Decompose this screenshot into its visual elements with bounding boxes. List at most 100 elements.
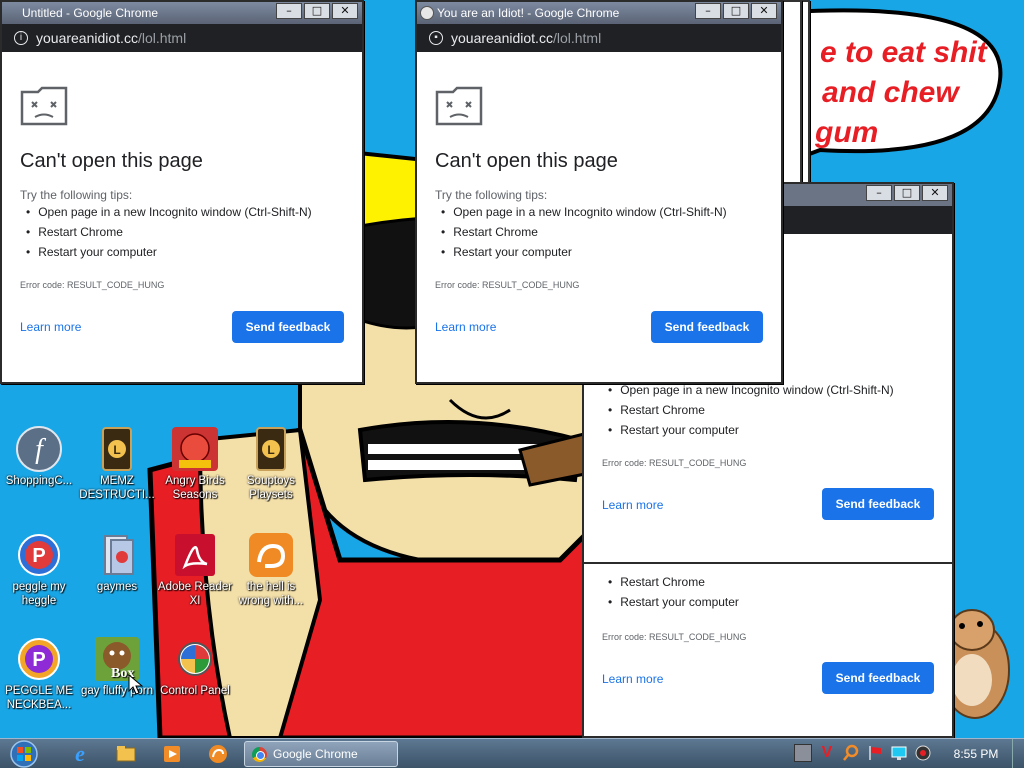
tray-app-icon[interactable] bbox=[794, 744, 812, 762]
send-feedback-button[interactable]: Send feedback bbox=[822, 488, 934, 520]
show-desktop-button[interactable] bbox=[1012, 739, 1024, 768]
svg-text:L: L bbox=[267, 443, 274, 457]
desktop-icon-label: peggle my heggle bbox=[12, 581, 66, 607]
adobe-reader-icon bbox=[171, 532, 219, 578]
address-bar[interactable]: ▪ youareanidiot.cc/lol.html bbox=[417, 24, 781, 52]
chrome-window-untitled[interactable]: Untitled - Google Chrome – □ ✕ i youarea… bbox=[0, 0, 364, 384]
taskbar-explorer-button[interactable] bbox=[108, 742, 144, 766]
desktop-icon-peggle-neckbeard[interactable]: P PEGGLE ME NECKBEA... bbox=[0, 636, 78, 712]
tip-item: Restart Chrome bbox=[608, 400, 894, 420]
tip-item: Open page in a new Incognito window (Ctr… bbox=[441, 202, 726, 222]
close-button[interactable]: ✕ bbox=[332, 3, 358, 19]
desktop-icon-label: Souptoys Playsets bbox=[247, 475, 295, 501]
lock-icon: ▪ bbox=[429, 31, 443, 45]
url-path: /lol.html bbox=[137, 30, 187, 46]
tip-item: Open page in a new Incognito window (Ctr… bbox=[26, 202, 311, 222]
tips-list: Open page in a new Incognito window (Ctr… bbox=[441, 202, 727, 262]
tips-list: Open page in a new Incognito window (Ctr… bbox=[26, 202, 312, 262]
desktop-icon-control-panel[interactable]: Control Panel bbox=[156, 636, 234, 698]
learn-more-link[interactable]: Learn more bbox=[602, 498, 663, 512]
minimize-button[interactable]: – bbox=[866, 185, 892, 201]
desktop-icon-label: ShoppingC... bbox=[5, 475, 73, 487]
tray-monitor-icon[interactable] bbox=[890, 744, 908, 762]
window-titlebar[interactable]: You are an Idiot! - Google Chrome – □ ✕ bbox=[417, 2, 781, 24]
control-panel-icon bbox=[171, 636, 219, 682]
taskbar-chrome-task[interactable]: Google Chrome bbox=[244, 741, 398, 767]
maximize-button[interactable]: □ bbox=[894, 185, 920, 201]
desktop-icon-adobe-reader[interactable]: Adobe Reader XI bbox=[156, 532, 234, 608]
desktop-icon-gaymes[interactable]: gaymes bbox=[78, 532, 156, 594]
taskbar-clock[interactable]: 8:55 PM bbox=[946, 739, 1006, 768]
desktop-icon-label: MEMZ DESTRUCTI... bbox=[79, 475, 155, 501]
window-controls: – □ ✕ bbox=[276, 3, 358, 19]
window-controls: – □ ✕ bbox=[866, 185, 948, 201]
minimize-button[interactable]: – bbox=[695, 3, 721, 19]
error-code: Error code: RESULT_CODE_HUNG bbox=[435, 280, 580, 290]
sad-tab-icon bbox=[435, 86, 483, 126]
tip-item: Restart your computer bbox=[26, 242, 312, 262]
folder-icon bbox=[116, 746, 136, 762]
send-feedback-button[interactable]: Send feedback bbox=[232, 311, 344, 343]
start-button[interactable] bbox=[4, 739, 44, 768]
desktop-icon-label: gaymes bbox=[96, 581, 138, 593]
close-button[interactable]: ✕ bbox=[751, 3, 777, 19]
tips-list: Open page in a new Incognito window (Ctr… bbox=[608, 380, 894, 440]
taskbar-ie-button[interactable]: e bbox=[62, 741, 98, 766]
souptoys-icon: L bbox=[247, 426, 295, 472]
tip-item: Restart Chrome bbox=[441, 222, 727, 242]
svg-text:P: P bbox=[32, 545, 45, 567]
tip-item: Restart Chrome bbox=[608, 572, 739, 592]
error-subtitle: Try the following tips: bbox=[435, 188, 548, 202]
taskbar-app-button[interactable] bbox=[200, 742, 236, 766]
desktop-icon-memz[interactable]: L MEMZ DESTRUCTI... bbox=[78, 426, 156, 502]
error-code: Error code: RESULT_CODE_HUNG bbox=[602, 632, 747, 642]
learn-more-link[interactable]: Learn more bbox=[602, 672, 663, 686]
peggle-icon: P bbox=[15, 636, 63, 682]
error-title: Can't open this page bbox=[435, 150, 618, 172]
minimize-button[interactable]: – bbox=[276, 3, 302, 19]
desktop-icon-angry-birds[interactable]: Angry Birds Seasons bbox=[156, 426, 234, 502]
tip-item: Restart Chrome bbox=[26, 222, 312, 242]
task-label: Google Chrome bbox=[273, 747, 358, 761]
tip-item: Restart your computer bbox=[608, 592, 739, 612]
desktop-icon-peggle[interactable]: P peggle my heggle bbox=[0, 532, 78, 608]
close-button[interactable]: ✕ bbox=[922, 185, 948, 201]
learn-more-link[interactable]: Learn more bbox=[20, 320, 81, 334]
tray-flag-icon[interactable] bbox=[866, 744, 884, 762]
tip-item: Restart your computer bbox=[441, 242, 727, 262]
url-host: youareanidiot.cc bbox=[451, 30, 553, 46]
desktop-icon-bonzi[interactable]: Box gay fluffy porn bbox=[78, 636, 156, 698]
learn-more-link[interactable]: Learn more bbox=[435, 320, 496, 334]
desktop-icon-shoppingc[interactable]: f ShoppingC... bbox=[0, 426, 78, 488]
tray-v-icon[interactable]: V bbox=[818, 744, 836, 762]
tip-item: Restart your computer bbox=[608, 420, 894, 440]
smiley-icon bbox=[420, 6, 434, 20]
desktop-icon-label: the hell is wrong with... bbox=[238, 581, 304, 607]
windows-logo-icon bbox=[10, 740, 38, 768]
desktop-icon-label: Angry Birds Seasons bbox=[165, 475, 225, 501]
error-subtitle: Try the following tips: bbox=[20, 188, 133, 202]
desktop-icon-label: gay fluffy porn bbox=[80, 685, 154, 697]
chrome-window-background-4[interactable]: Restart Chrome Restart your computer Err… bbox=[582, 562, 954, 738]
chrome-window-idiot[interactable]: You are an Idiot! - Google Chrome – □ ✕ … bbox=[415, 0, 783, 384]
desktop-icon-label: Control Panel bbox=[160, 685, 230, 697]
error-code: Error code: RESULT_CODE_HUNG bbox=[602, 458, 747, 468]
url-host: youareanidiot.cc bbox=[36, 30, 138, 46]
uc-browser-icon bbox=[209, 745, 227, 763]
games-icon bbox=[93, 532, 141, 578]
send-feedback-button[interactable]: Send feedback bbox=[822, 662, 934, 694]
window-titlebar[interactable]: Untitled - Google Chrome – □ ✕ bbox=[2, 2, 362, 24]
desktop-icon-uc-browser[interactable]: the hell is wrong with... bbox=[232, 532, 310, 608]
error-title: Can't open this page bbox=[20, 150, 203, 172]
desktop-icon-label: Adobe Reader XI bbox=[157, 581, 233, 607]
tray-search-icon[interactable] bbox=[842, 744, 860, 762]
maximize-button[interactable]: □ bbox=[304, 3, 330, 19]
mouse-cursor-icon bbox=[128, 674, 144, 695]
maximize-button[interactable]: □ bbox=[723, 3, 749, 19]
tray-volume-icon[interactable] bbox=[914, 744, 932, 762]
desktop-icon-souptoys[interactable]: L Souptoys Playsets bbox=[232, 426, 310, 502]
taskbar-media-player-button[interactable] bbox=[154, 742, 190, 766]
address-bar[interactable]: i youareanidiot.cc/lol.html bbox=[2, 24, 362, 52]
send-feedback-button[interactable]: Send feedback bbox=[651, 311, 763, 343]
url-path: /lol.html bbox=[552, 30, 602, 46]
